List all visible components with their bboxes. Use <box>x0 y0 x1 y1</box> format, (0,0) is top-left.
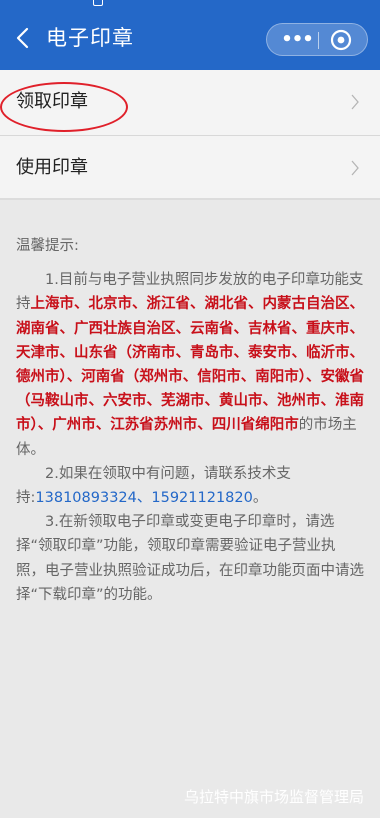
status-bar <box>0 0 380 8</box>
tip-paragraph-3: 3.在新领取电子印章或变更电子印章时，请选择“领取印章”功能，领取印章需要验证电… <box>16 514 364 603</box>
chevron-right-icon <box>351 94 359 110</box>
tip-text: 。 <box>252 490 268 507</box>
annotation-circle <box>0 82 128 132</box>
tip-paragraph-1: 1.目前与电子营业执照同步发放的电子印章功能支持上海市、北京市、浙江省、湖北省、… <box>16 268 364 462</box>
more-icon[interactable]: ••• <box>279 26 315 53</box>
support-phone-1[interactable]: 13810893324 <box>35 490 136 506</box>
footer-agency: 乌拉特中旗市场监督管理局 <box>183 788 364 806</box>
tip-paragraph-2: 2.如果在领取中有问题，请联系技术支持:13810893324、15921121… <box>16 462 364 510</box>
tips-title: 温馨提示: <box>16 238 79 254</box>
supported-regions: 上海市、北京市、浙江省、湖北省、内蒙古自治区、湖南省、广西壮族自治区、云南省、吉… <box>16 296 364 434</box>
tips-section: 温馨提示: 1.目前与电子营业执照同步发放的电子印章功能支持上海市、北京市、浙江… <box>16 234 364 607</box>
status-icon <box>93 0 103 6</box>
nav-bar: 电子印章 ••• <box>0 8 380 70</box>
page-title: 电子印章 <box>46 26 134 50</box>
support-phone-2[interactable]: 15921121820 <box>151 490 252 506</box>
capsule-divider <box>318 32 319 49</box>
menu-item-label: 使用印章 <box>16 157 88 178</box>
phone-separator: 、 <box>136 490 152 507</box>
divider <box>0 198 380 200</box>
chevron-right-icon <box>351 160 359 176</box>
back-icon[interactable] <box>12 24 36 52</box>
close-target-icon[interactable] <box>329 28 353 52</box>
mini-program-capsule: ••• <box>266 23 368 56</box>
menu-item-use-seal[interactable]: 使用印章 <box>0 136 380 200</box>
